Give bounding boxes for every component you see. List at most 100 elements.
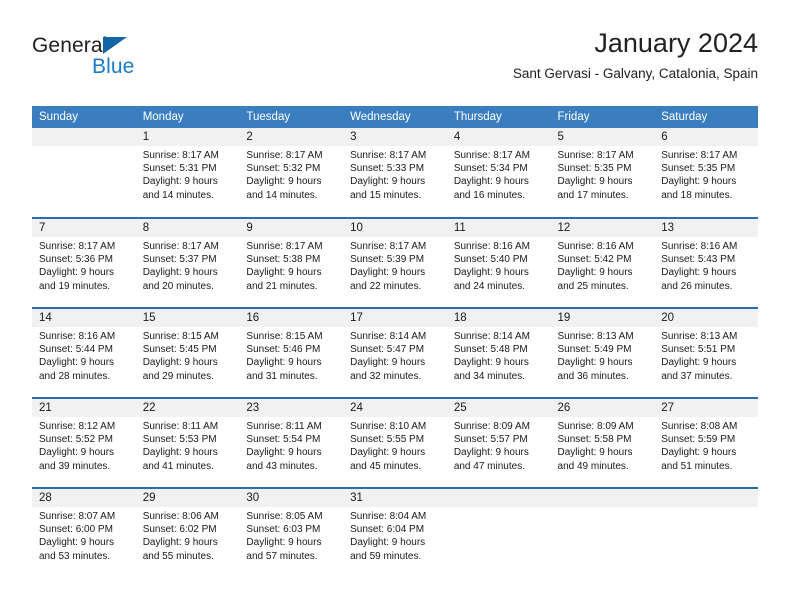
- calendar-day-cell[interactable]: 31 Sunrise: 8:04 AM Sunset: 6:04 PM Dayligh…: [343, 487, 447, 578]
- day-number: [550, 489, 655, 507]
- weekday-header-monday: Monday: [135, 106, 240, 128]
- calendar-day-cell[interactable]: 20 Sunrise: 8:13 AM Sunset: 5:51 PM Dayligh…: [654, 307, 758, 398]
- day-number: 1: [135, 128, 240, 146]
- calendar-day-cell[interactable]: 19 Sunrise: 8:13 AM Sunset: 5:49 PM Dayligh…: [550, 307, 655, 398]
- daylight-line-1: Daylight: 9 hours: [142, 357, 218, 369]
- calendar-day-cell[interactable]: 23 Sunrise: 8:11 AM Sunset: 5:54 PM Dayligh…: [239, 397, 344, 488]
- calendar-day-cell[interactable]: 22 Sunrise: 8:11 AM Sunset: 5:53 PM Dayligh…: [135, 397, 240, 488]
- daylight-line-1: Daylight: 9 hours: [142, 176, 218, 188]
- sunrise-time: Sunrise: 8:15 AM: [246, 331, 323, 342]
- day-sun-info: Sunrise: 8:16 AM Sunset: 5:44 PM Daylight:…: [32, 327, 136, 383]
- day-sun-info: Sunrise: 8:09 AM Sunset: 5:57 PM Daylight:…: [447, 417, 551, 473]
- day-sun-info: Sunrise: 8:17 AM Sunset: 5:39 PM Daylight:…: [343, 237, 447, 293]
- calendar-day-cell[interactable]: 27 Sunrise: 8:08 AM Sunset: 5:59 PM Dayligh…: [654, 397, 758, 488]
- daylight-line-2: and 39 minutes.: [39, 460, 111, 472]
- calendar-day-cell[interactable]: 7 Sunrise: 8:17 AM Sunset: 5:36 PM Daylight…: [32, 217, 136, 308]
- calendar-day-cell[interactable]: 2 Sunrise: 8:17 AM Sunset: 5:32 PM Daylight…: [239, 128, 344, 218]
- calendar-day-cell[interactable]: 13 Sunrise: 8:16 AM Sunset: 5:43 PM Dayligh…: [654, 217, 758, 308]
- sunset-time: Sunset: 6:02 PM: [142, 524, 217, 536]
- day-number: 28: [32, 489, 136, 507]
- daylight-line-1: Daylight: 9 hours: [350, 176, 426, 188]
- day-cell-inner: [654, 489, 758, 577]
- sunset-time: Sunset: 6:04 PM: [350, 524, 425, 536]
- sunset-time: Sunset: 5:53 PM: [142, 434, 217, 446]
- day-cell-inner: 1 Sunrise: 8:17 AM Sunset: 5:31 PM Daylight…: [135, 128, 240, 216]
- sunrise-time: Sunrise: 8:15 AM: [142, 331, 219, 342]
- sunset-time: Sunset: 5:46 PM: [246, 344, 321, 356]
- sunset-time: Sunset: 5:59 PM: [661, 434, 736, 446]
- calendar-day-cell[interactable]: 25 Sunrise: 8:09 AM Sunset: 5:57 PM Dayligh…: [446, 397, 551, 488]
- calendar-day-cell[interactable]: 16 Sunrise: 8:15 AM Sunset: 5:46 PM Dayligh…: [239, 307, 344, 398]
- calendar-day-cell[interactable]: 24 Sunrise: 8:10 AM Sunset: 5:55 PM Dayligh…: [343, 397, 447, 488]
- day-cell-inner: 11 Sunrise: 8:16 AM Sunset: 5:40 PM Dayligh…: [446, 219, 551, 307]
- daylight-line-2: and 49 minutes.: [557, 460, 629, 472]
- calendar-day-cell[interactable]: 12 Sunrise: 8:16 AM Sunset: 5:42 PM Dayligh…: [550, 217, 655, 308]
- calendar-day-cell[interactable]: 21 Sunrise: 8:12 AM Sunset: 5:52 PM Dayligh…: [32, 397, 136, 488]
- sunrise-time: Sunrise: 8:17 AM: [350, 241, 427, 252]
- day-cell-inner: 8 Sunrise: 8:17 AM Sunset: 5:37 PM Daylight…: [135, 219, 240, 307]
- day-cell-inner: 9 Sunrise: 8:17 AM Sunset: 5:38 PM Daylight…: [239, 219, 344, 307]
- sunset-time: Sunset: 5:34 PM: [453, 163, 528, 175]
- day-number: 7: [32, 219, 136, 237]
- calendar-day-cell[interactable]: 18 Sunrise: 8:14 AM Sunset: 5:48 PM Dayligh…: [446, 307, 551, 398]
- calendar-day-cell[interactable]: 17 Sunrise: 8:14 AM Sunset: 5:47 PM Dayligh…: [343, 307, 447, 398]
- day-number: 31: [343, 489, 447, 507]
- daylight-line-2: and 24 minutes.: [453, 280, 525, 292]
- day-cell-inner: 7 Sunrise: 8:17 AM Sunset: 5:36 PM Daylight…: [32, 219, 136, 307]
- sunset-time: Sunset: 6:03 PM: [246, 524, 321, 536]
- daylight-line-2: and 43 minutes.: [246, 460, 318, 472]
- day-number: 29: [135, 489, 240, 507]
- calendar-day-cell[interactable]: 6 Sunrise: 8:17 AM Sunset: 5:35 PM Daylight…: [654, 128, 758, 218]
- daylight-line-2: and 17 minutes.: [557, 189, 629, 201]
- calendar-day-cell[interactable]: 28 Sunrise: 8:07 AM Sunset: 6:00 PM Dayligh…: [32, 487, 136, 578]
- calendar-day-cell[interactable]: 3 Sunrise: 8:17 AM Sunset: 5:33 PM Daylight…: [343, 128, 447, 218]
- day-cell-inner: 4 Sunrise: 8:17 AM Sunset: 5:34 PM Daylight…: [446, 128, 551, 216]
- daylight-line-1: Daylight: 9 hours: [246, 267, 322, 279]
- day-number: 30: [239, 489, 344, 507]
- calendar-day-cell[interactable]: 29 Sunrise: 8:06 AM Sunset: 6:02 PM Dayligh…: [135, 487, 240, 578]
- calendar-day-cell[interactable]: 8 Sunrise: 8:17 AM Sunset: 5:37 PM Daylight…: [135, 217, 240, 308]
- calendar-day-cell[interactable]: 26 Sunrise: 8:09 AM Sunset: 5:58 PM Dayligh…: [550, 397, 655, 488]
- sunrise-time: Sunrise: 8:16 AM: [39, 331, 116, 342]
- daylight-line-1: Daylight: 9 hours: [661, 357, 737, 369]
- day-cell-inner: 23 Sunrise: 8:11 AM Sunset: 5:54 PM Dayligh…: [239, 399, 344, 487]
- calendar-day-cell[interactable]: 15 Sunrise: 8:15 AM Sunset: 5:45 PM Dayligh…: [135, 307, 240, 398]
- day-number: 2: [239, 128, 344, 146]
- sunset-time: Sunset: 5:48 PM: [453, 344, 528, 356]
- calendar-day-cell[interactable]: 5 Sunrise: 8:17 AM Sunset: 5:35 PM Daylight…: [550, 128, 655, 218]
- day-number: 3: [343, 128, 447, 146]
- sunset-time: Sunset: 5:54 PM: [246, 434, 321, 446]
- calendar-day-cell[interactable]: 30 Sunrise: 8:05 AM Sunset: 6:03 PM Dayligh…: [239, 487, 344, 578]
- day-cell-inner: 12 Sunrise: 8:16 AM Sunset: 5:42 PM Dayligh…: [550, 219, 655, 307]
- daylight-line-1: Daylight: 9 hours: [557, 447, 633, 459]
- day-sun-info: Sunrise: 8:14 AM Sunset: 5:48 PM Daylight:…: [447, 327, 551, 383]
- daylight-line-1: Daylight: 9 hours: [453, 176, 529, 188]
- daylight-line-1: Daylight: 9 hours: [350, 447, 426, 459]
- daylight-line-2: and 25 minutes.: [557, 280, 629, 292]
- sunrise-time: Sunrise: 8:11 AM: [246, 421, 322, 432]
- daylight-line-2: and 22 minutes.: [350, 280, 422, 292]
- daylight-line-2: and 47 minutes.: [453, 460, 525, 472]
- page-header: General Blue January 2024 Sant Gervasi -…: [32, 26, 758, 98]
- daylight-line-2: and 51 minutes.: [661, 460, 733, 472]
- day-sun-info: Sunrise: 8:09 AM Sunset: 5:58 PM Daylight:…: [551, 417, 655, 473]
- calendar-week-row: 14 Sunrise: 8:16 AM Sunset: 5:44 PM Dayligh…: [32, 307, 758, 398]
- calendar-day-cell[interactable]: 1 Sunrise: 8:17 AM Sunset: 5:31 PM Daylight…: [135, 128, 240, 218]
- day-sun-info: Sunrise: 8:11 AM Sunset: 5:54 PM Daylight:…: [239, 417, 343, 473]
- sunrise-time: Sunrise: 8:07 AM: [39, 511, 116, 522]
- daylight-line-2: and 57 minutes.: [246, 550, 318, 562]
- calendar-day-cell[interactable]: 10 Sunrise: 8:17 AM Sunset: 5:39 PM Dayligh…: [343, 217, 447, 308]
- day-number: 10: [343, 219, 447, 237]
- calendar-day-cell[interactable]: 9 Sunrise: 8:17 AM Sunset: 5:38 PM Daylight…: [239, 217, 344, 308]
- sunset-time: Sunset: 5:40 PM: [453, 254, 528, 266]
- calendar-day-cell[interactable]: 4 Sunrise: 8:17 AM Sunset: 5:34 PM Daylight…: [446, 128, 551, 218]
- day-number: [446, 489, 551, 507]
- sunset-time: Sunset: 5:36 PM: [39, 254, 113, 266]
- calendar-day-cell[interactable]: 14 Sunrise: 8:16 AM Sunset: 5:44 PM Dayligh…: [32, 307, 136, 398]
- day-cell-inner: 30 Sunrise: 8:05 AM Sunset: 6:03 PM Dayligh…: [239, 489, 344, 577]
- sunrise-time: Sunrise: 8:09 AM: [557, 421, 634, 432]
- sunrise-time: Sunrise: 8:14 AM: [453, 331, 530, 342]
- calendar-day-cell[interactable]: 11 Sunrise: 8:16 AM Sunset: 5:40 PM Dayligh…: [446, 217, 551, 308]
- day-sun-info: [551, 507, 655, 510]
- sunset-time: Sunset: 5:35 PM: [557, 163, 632, 175]
